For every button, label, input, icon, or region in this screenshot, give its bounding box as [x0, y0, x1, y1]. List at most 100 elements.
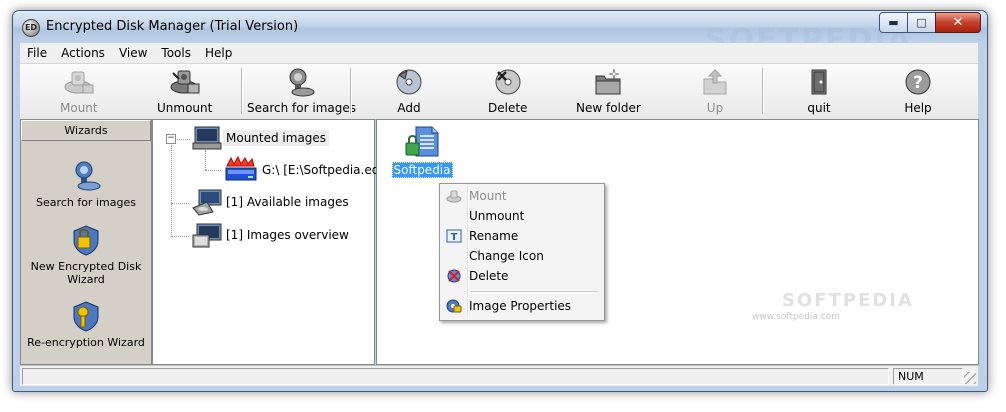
context-menu-separator — [470, 291, 598, 293]
watermark: SOFTPEDIA — [782, 290, 914, 311]
quit-label: quit — [807, 101, 831, 115]
image-item-label: Softpedia — [391, 162, 453, 178]
maximize-button[interactable]: □ — [907, 12, 936, 33]
mount-icon — [445, 188, 463, 204]
window-controls: ▬ □ ✕ — [879, 12, 981, 33]
delete-label: Delete — [488, 101, 528, 115]
close-icon: ✕ — [952, 15, 964, 30]
tree-label-drive: G:\ [E:\Softpedia.ed] — [262, 163, 385, 177]
add-label: Add — [397, 101, 421, 115]
minimize-icon: ▬ — [888, 16, 899, 29]
wizard-new-encrypted-disk[interactable]: New Encrypted Disk Wizard — [21, 224, 151, 286]
tree-label-mounted: Mounted images — [223, 130, 330, 146]
app-icon[interactable]: ED — [22, 19, 40, 37]
ctx-unmount[interactable]: Unmount — [443, 206, 599, 225]
search-images-button[interactable]: Search for images — [247, 66, 356, 117]
help-label: Help — [904, 101, 932, 115]
ctx-rename[interactable]: T Rename — [443, 226, 599, 245]
tree-node-overview[interactable]: [1] Images overview — [191, 221, 352, 249]
door-exit-icon — [802, 66, 836, 98]
delete-button[interactable]: Delete — [488, 66, 527, 117]
wizard-re-encryption[interactable]: Re-encryption Wizard — [21, 300, 151, 349]
help-icon: ? — [901, 66, 935, 98]
help-button[interactable]: ? Help — [901, 66, 935, 117]
tree-node-drive[interactable]: G:\ [E:\Softpedia.ed] — [223, 156, 387, 184]
status-message — [22, 368, 889, 385]
tree-node-available[interactable]: [1] Available images — [191, 188, 352, 216]
tree-line — [171, 145, 172, 237]
resize-grip[interactable] — [964, 372, 976, 384]
ctx-unmount-label: Unmount — [469, 208, 525, 223]
status-num-lock: NUM — [893, 368, 963, 385]
mount-label: Mount — [60, 101, 98, 115]
disk-unmount-icon — [168, 66, 202, 98]
wizard-new-encrypted-disk-label: New Encrypted Disk Wizard — [30, 260, 142, 286]
change-icon-icon — [445, 248, 463, 264]
images-overview-icon — [192, 223, 222, 248]
toolbar: Mount Unmount Search for images Add Dele… — [20, 63, 978, 120]
ctx-change-icon-label: Change Icon — [469, 248, 544, 263]
folder-up-icon — [698, 66, 732, 98]
ctx-mount-label: Mount — [469, 188, 507, 203]
mount-button[interactable]: Mount — [60, 66, 98, 117]
unmount-label: Unmount — [157, 101, 213, 115]
app-window: ED Encrypted Disk Manager (Trial Version… — [12, 10, 988, 392]
shield-lock-icon — [69, 224, 103, 256]
search-wizard-icon — [69, 160, 103, 192]
menu-file[interactable]: File — [20, 46, 54, 60]
new-folder-label: New folder — [576, 101, 641, 115]
ctx-image-properties-label: Image Properties — [469, 298, 572, 313]
svg-text:?: ? — [913, 73, 923, 93]
ctx-mount[interactable]: Mount — [443, 186, 599, 205]
tree-node-mounted[interactable]: Mounted images — [191, 124, 330, 152]
watermark-url: www.softpedia.com — [752, 312, 840, 322]
up-label: Up — [706, 101, 724, 115]
delete-icon — [445, 268, 463, 284]
ctx-change-icon[interactable]: Change Icon — [443, 246, 599, 265]
minimize-button[interactable]: ▬ — [879, 12, 908, 33]
new-folder-icon — [591, 66, 625, 98]
properties-icon — [445, 298, 463, 314]
tree-view: − Mounted images G:\ [E:\Softpedia.ed] [… — [152, 119, 384, 365]
search-images-label: Search for images — [247, 101, 356, 115]
search-icon — [284, 66, 318, 98]
image-item[interactable]: Softpedia — [391, 126, 453, 178]
maximize-icon: □ — [916, 16, 927, 29]
title-bar[interactable]: ED Encrypted Disk Manager (Trial Version… — [13, 11, 987, 58]
toolbar-separator — [350, 68, 352, 114]
up-button[interactable]: Up — [698, 66, 732, 117]
menu-view[interactable]: View — [112, 46, 154, 60]
disk-mount-icon — [62, 66, 96, 98]
tree-collapse-toggle[interactable]: − — [166, 134, 176, 144]
toolbar-separator — [241, 68, 243, 114]
ctx-rename-label: Rename — [469, 228, 519, 243]
tree-line — [171, 203, 189, 204]
wizard-search-images[interactable]: Search for images — [21, 160, 151, 209]
ctx-delete[interactable]: Delete — [443, 266, 599, 285]
unmount-button[interactable]: Unmount — [157, 66, 212, 117]
svg-text:T: T — [451, 232, 458, 243]
window-title: Encrypted Disk Manager (Trial Version) — [46, 19, 299, 34]
menu-help[interactable]: Help — [198, 46, 239, 60]
add-disc-icon — [392, 66, 426, 98]
tree-label-overview: [1] Images overview — [226, 228, 349, 242]
close-button[interactable]: ✕ — [935, 12, 981, 33]
tree-line — [205, 150, 206, 170]
menu-tools[interactable]: Tools — [154, 46, 198, 60]
new-folder-button[interactable]: New folder — [576, 66, 641, 117]
wizard-search-images-label: Search for images — [36, 196, 136, 209]
context-menu: Mount Unmount T Rename Change Icon Delet… — [439, 183, 605, 321]
shield-key-icon — [69, 300, 103, 332]
tree-line — [177, 139, 190, 140]
add-button[interactable]: Add — [392, 66, 426, 117]
ctx-image-properties[interactable]: Image Properties — [443, 296, 599, 315]
menu-actions[interactable]: Actions — [54, 46, 112, 60]
menu-bar: File Actions View Tools Help — [20, 43, 978, 63]
wizard-re-encryption-label: Re-encryption Wizard — [27, 336, 145, 349]
available-images-icon — [192, 189, 222, 216]
wizards-panel: Wizards Search for images New Encrypted … — [20, 119, 152, 365]
tree-line — [171, 236, 189, 237]
delete-disc-icon — [491, 66, 525, 98]
quit-button[interactable]: quit — [802, 66, 836, 117]
tree-line — [205, 170, 221, 171]
